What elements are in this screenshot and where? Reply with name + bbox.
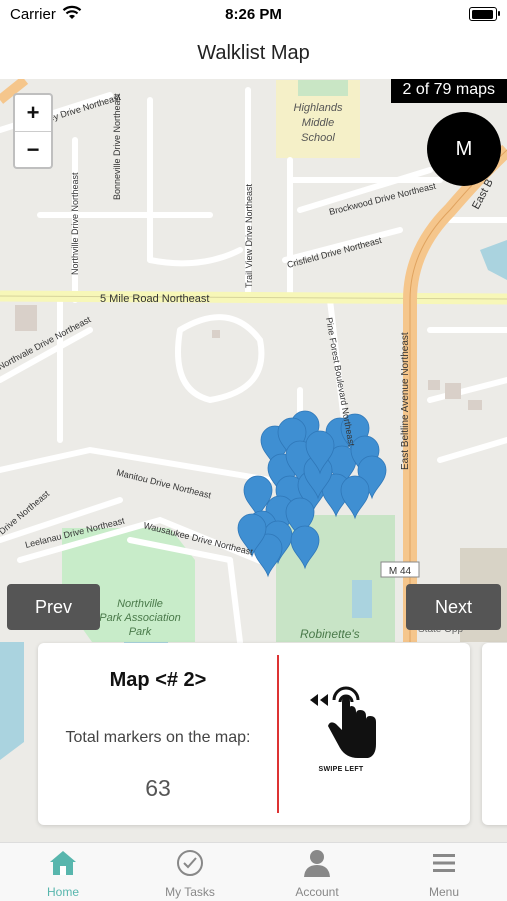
next-card-peek[interactable] <box>482 643 507 825</box>
swipe-hint: SWIPE LEFT <box>306 678 386 778</box>
zoom-control: + − <box>13 93 53 169</box>
tab-my-tasks[interactable]: My Tasks <box>127 843 253 901</box>
valley-drive-label: ley Drive Northeast <box>46 92 123 124</box>
manitou-label: Manitou Drive Northeast <box>116 467 213 500</box>
zoom-out-button[interactable]: − <box>15 131 51 168</box>
lake-left <box>0 642 24 760</box>
five-mile-label: 5 Mile Road Northeast <box>100 293 209 305</box>
map-info-card[interactable]: Map <# 2> Total markers on the map: 63 S… <box>38 643 470 825</box>
crisfield-label: Crisfield Drive Northeast <box>286 235 383 270</box>
person-icon <box>302 848 332 878</box>
tab-menu[interactable]: Menu <box>381 843 507 901</box>
menu-icon <box>429 848 459 878</box>
markers-label: Total markers on the map: <box>38 729 278 747</box>
east-beltline-label: East Beltline Avenue Northeast <box>400 332 411 470</box>
school-field <box>298 80 348 96</box>
school-label-1: Highlands <box>294 102 343 114</box>
card-divider <box>277 655 279 813</box>
park-label-3: Park <box>129 626 152 638</box>
tab-home-label: Home <box>0 885 126 899</box>
swipe-left-icon <box>306 678 386 764</box>
robinettes-label: Robinette's <box>300 627 360 641</box>
markers-count: 63 <box>38 775 278 802</box>
park-label-1: Northville <box>117 598 163 610</box>
prev-button[interactable]: Prev <box>7 584 100 630</box>
next-button[interactable]: Next <box>406 584 501 630</box>
tab-account[interactable]: Account <box>254 843 380 901</box>
school-label-2: Middle <box>302 117 334 129</box>
school-label-3: School <box>301 132 335 144</box>
clock: 8:26 PM <box>0 6 507 23</box>
zoom-in-button[interactable]: + <box>15 95 51 131</box>
m44-label: M 44 <box>389 566 412 577</box>
map-counter-badge: 2 of 79 maps <box>391 79 507 103</box>
status-bar: Carrier 8:26 PM <box>0 0 507 30</box>
home-icon <box>48 848 78 878</box>
page-title: Walklist Map <box>0 42 507 65</box>
map-info-panel: Map <# 2> Total markers on the map: 63 <box>38 643 278 825</box>
tab-my-tasks-label: My Tasks <box>127 885 253 899</box>
northvale-label: Northvale Drive Northeast <box>0 314 93 372</box>
map-mode-button[interactable]: M <box>427 112 501 186</box>
map-title: Map <# 2> <box>38 669 278 692</box>
map-marker-pin[interactable] <box>341 476 369 518</box>
swipe-label: SWIPE LEFT <box>306 766 376 773</box>
pond <box>352 580 372 618</box>
lake-right <box>480 240 507 280</box>
trail-view-label: Trail View Drive Northeast <box>244 183 254 288</box>
tab-account-label: Account <box>254 885 380 899</box>
bonneville-label: Bonneville Drive Northeast <box>112 93 122 200</box>
battery-icon <box>469 7 497 21</box>
tab-home[interactable]: Home <box>0 843 126 901</box>
tab-bar: Home My Tasks Account Menu <box>0 842 507 901</box>
check-circle-icon <box>175 848 205 878</box>
tab-menu-label: Menu <box>381 885 507 899</box>
nav-bar: Walklist Map <box>0 30 507 79</box>
park-label-2: Park Association <box>99 612 181 624</box>
northville-drive-label: Northville Drive Northeast <box>70 172 80 275</box>
